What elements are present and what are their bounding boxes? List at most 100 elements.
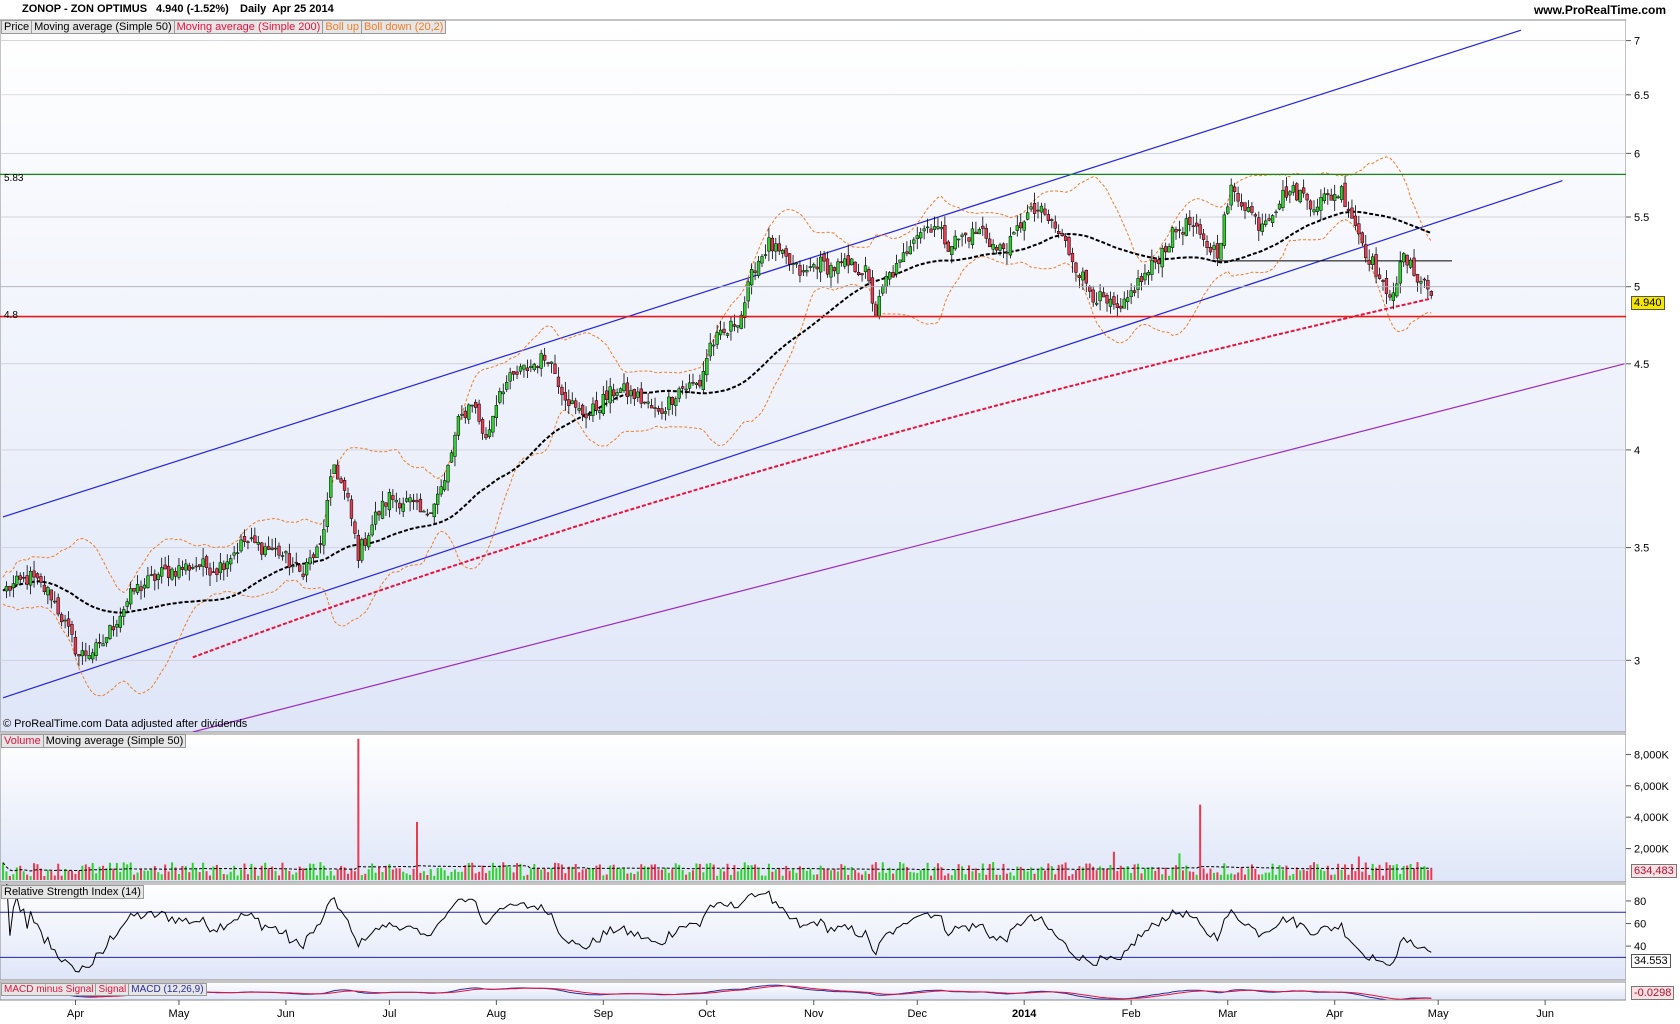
volume-bar: [1295, 867, 1298, 880]
candle-body: [846, 255, 850, 266]
rsi-axis-label: 60: [1634, 919, 1646, 931]
candle-body: [1081, 271, 1085, 281]
candle-body: [1415, 274, 1420, 283]
volume-bar: [512, 872, 515, 880]
candle-body: [832, 267, 837, 272]
volume-bar: [909, 871, 912, 880]
candle-body: [698, 379, 702, 387]
volume-bar: [1116, 871, 1119, 880]
volume-bar: [964, 874, 967, 880]
volume-bar: [543, 868, 546, 880]
legend-item[interactable]: Boll down (20,2): [360, 21, 446, 33]
candle-body: [1308, 200, 1313, 210]
candle-body: [53, 600, 57, 603]
candle-body: [1053, 221, 1057, 229]
candle-body: [256, 542, 260, 545]
candle-body: [1408, 259, 1413, 268]
volume-bar: [1064, 862, 1067, 880]
volume-bar: [433, 875, 436, 880]
volume-bar: [916, 873, 919, 880]
volume-bar: [774, 869, 777, 880]
volume-bar: [740, 868, 743, 880]
volume-bar: [974, 868, 977, 880]
candle-body: [80, 650, 84, 657]
candle-body: [187, 565, 191, 571]
candle-body: [246, 541, 250, 543]
candle-body: [349, 499, 354, 519]
volume-bar: [488, 870, 491, 880]
candle-body: [342, 480, 347, 491]
volume-bar: [26, 874, 29, 880]
volume-bar: [885, 872, 888, 880]
candle-body: [1367, 260, 1371, 265]
candle-body: [1319, 197, 1323, 211]
candle-body: [1270, 215, 1275, 224]
legend-item[interactable]: Moving average (Simple 50): [42, 735, 186, 747]
legend-item[interactable]: Signal: [95, 984, 128, 995]
candle-body: [494, 405, 499, 418]
candle-body: [750, 269, 754, 286]
legend-item[interactable]: Volume: [2, 735, 43, 747]
time-axis-label: Oct: [698, 1008, 715, 1020]
volume-bar: [812, 874, 815, 880]
candle-body: [232, 552, 236, 556]
volume-bar: [729, 874, 732, 880]
candle-body: [943, 225, 947, 245]
volume-bar: [936, 863, 939, 880]
candle-body: [1381, 280, 1385, 282]
volume-bar: [485, 873, 487, 880]
price-axis-label: 5: [1634, 282, 1640, 294]
legend-item[interactable]: Moving average (Simple 50): [31, 21, 174, 33]
candle-body: [405, 498, 409, 502]
volume-bar: [1161, 874, 1164, 880]
volume-bar: [1074, 870, 1077, 880]
time-axis-label: Aug: [487, 1008, 507, 1020]
legend-item[interactable]: Moving average (Simple 200): [173, 21, 323, 33]
candle-body: [1233, 186, 1237, 192]
volume-bar: [1426, 869, 1429, 880]
volume-bar: [126, 864, 129, 880]
legend-item[interactable]: Price: [2, 21, 31, 33]
volume-bar: [871, 864, 874, 880]
legend-item[interactable]: MACD (12,26,9): [128, 984, 205, 995]
candle-body: [643, 401, 647, 404]
volume-bar: [1085, 863, 1088, 880]
volume-bar: [926, 862, 929, 880]
volume-bar: [1054, 874, 1057, 880]
legend-item[interactable]: MACD minus Signal: [2, 984, 95, 995]
volume-bar: [191, 862, 194, 880]
volume-bar: [495, 867, 498, 880]
candle-body: [677, 388, 681, 399]
volume-bar: [1209, 868, 1212, 880]
volume-axis-label: 4,000K: [1634, 812, 1670, 824]
candle: [170, 567, 174, 581]
volume-bar: [46, 869, 49, 880]
candle-body: [46, 587, 50, 596]
candle-body: [425, 513, 430, 516]
candle-body: [1105, 295, 1109, 304]
volume-bar: [840, 864, 843, 880]
volume-bar: [1109, 864, 1112, 880]
candle-body: [505, 382, 509, 390]
volume-bar: [267, 868, 270, 880]
candle-body: [449, 452, 454, 463]
volume-bar: [550, 868, 553, 880]
candle-body: [453, 434, 457, 457]
candle-body: [1288, 191, 1292, 196]
candle-body: [270, 547, 274, 550]
candle-body: [881, 285, 885, 294]
candle-body: [791, 263, 795, 266]
candle-body: [608, 386, 612, 404]
legend-item[interactable]: Boll up: [322, 21, 361, 33]
candle-body: [191, 567, 195, 569]
volume-bar: [1133, 864, 1136, 880]
candle-body: [825, 258, 830, 275]
volume-bar: [995, 874, 998, 880]
candle-body: [491, 415, 495, 433]
candle-body: [1119, 305, 1123, 309]
volume-bar: [709, 863, 712, 880]
candle-body: [446, 464, 450, 483]
candle-body: [401, 503, 405, 512]
volume-bar: [312, 863, 315, 880]
legend-item[interactable]: Relative Strength Index (14): [2, 886, 143, 898]
